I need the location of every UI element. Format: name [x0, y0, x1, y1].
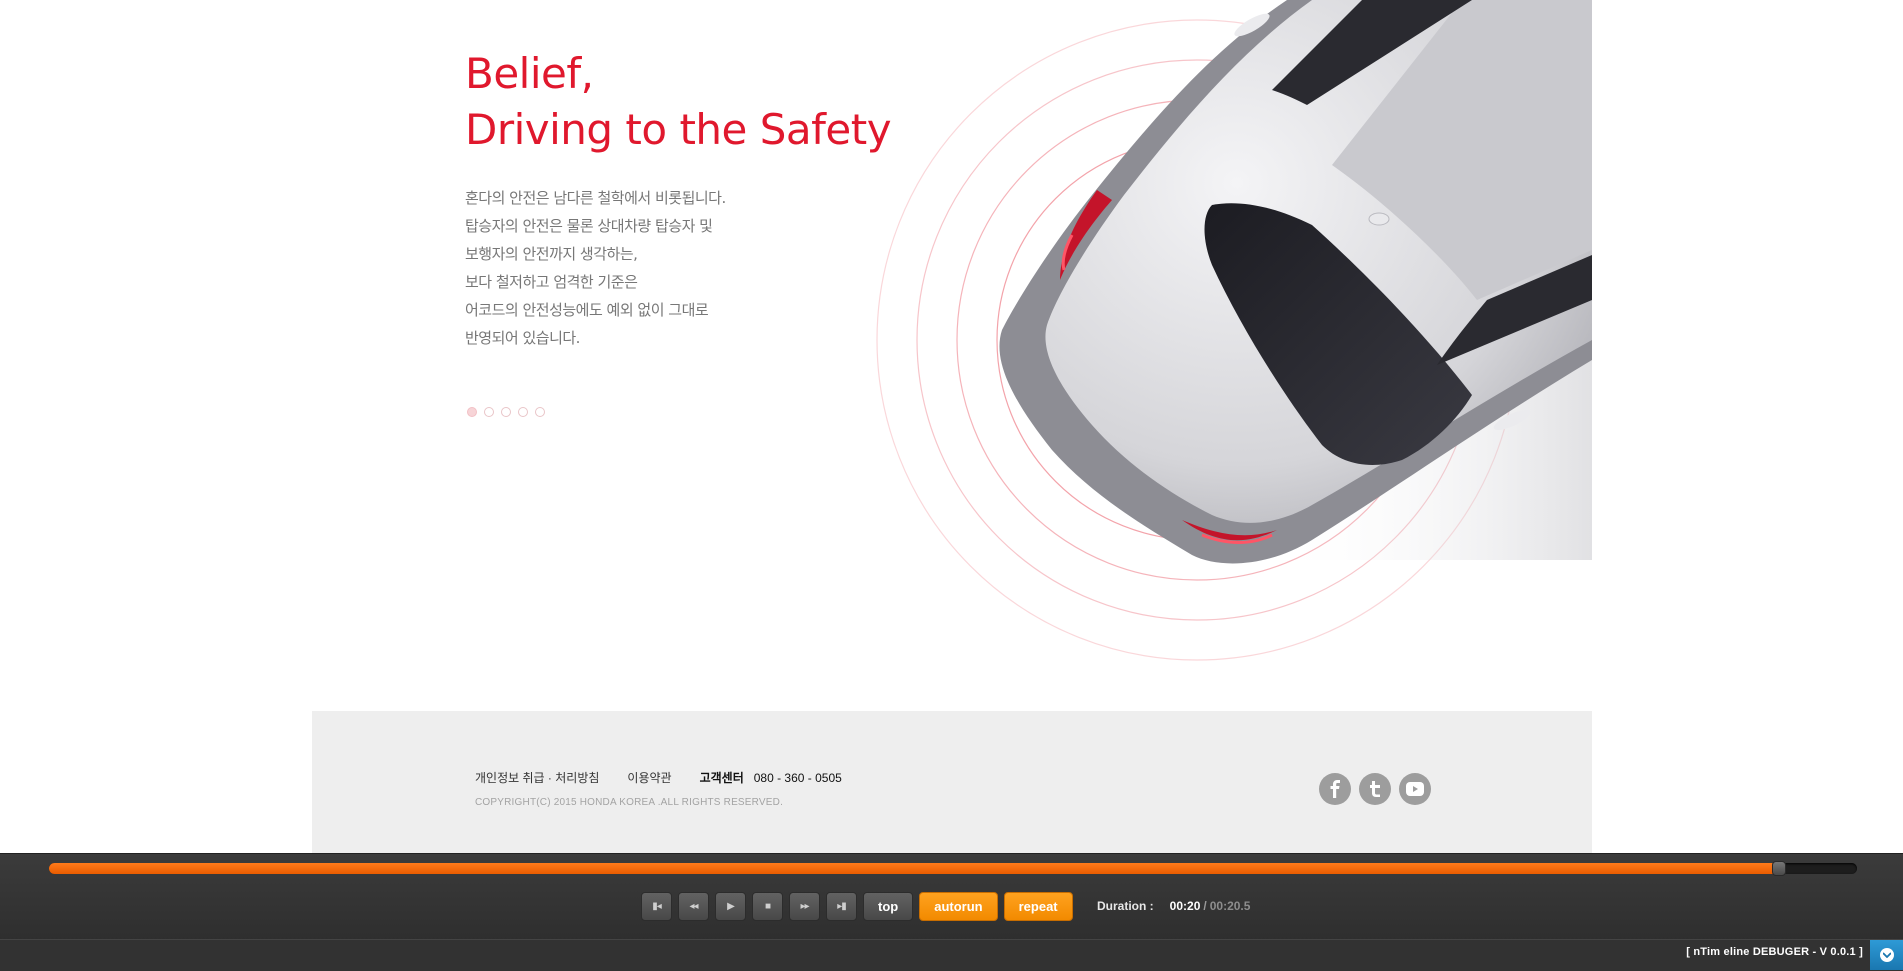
hero-headline: Belief, Driving to the Safety [465, 46, 892, 158]
pager-dot-1[interactable] [467, 407, 477, 417]
hero-body-text: 혼다의 안전은 남다른 철학에서 비롯됩니다. 탑승자의 안전은 물론 상대차량… [465, 184, 726, 352]
timeline-scrubber-handle[interactable] [1772, 861, 1787, 876]
terms-link[interactable]: 이용약관 [627, 769, 671, 786]
youtube-icon [1406, 782, 1424, 796]
body-line: 어코드의 안전성능에도 예외 없이 그대로 [465, 301, 709, 319]
fast-forward-button[interactable]: ▸▸ [789, 892, 820, 921]
headline-line-2: Driving to the Safety [465, 105, 892, 154]
autorun-button[interactable]: autorun [919, 892, 998, 921]
twitter-icon [1370, 781, 1380, 797]
chevron-down-icon [1879, 948, 1894, 962]
twitter-button[interactable] [1359, 773, 1391, 805]
slide-pager [467, 407, 545, 417]
last-frame-button[interactable]: ▸▮ [826, 892, 857, 921]
body-line: 보다 철저하고 엄격한 기준은 [465, 273, 638, 291]
top-button[interactable]: top [863, 892, 914, 921]
duration-readout: Duration : 00:20 / 00:20.5 [1097, 899, 1250, 913]
debugger-title: [ nTim eline DEBUGER - V 0.0.1 ] [1686, 946, 1863, 958]
time-separator: / [1203, 899, 1207, 913]
current-time: 00:20 [1169, 899, 1201, 913]
playback-controls: ▮◂ ◂◂ ▶ ■ ▸▸ ▸▮ top autorun repeat [641, 892, 1073, 921]
repeat-button[interactable]: repeat [1003, 892, 1073, 921]
body-line: 보행자의 안전까지 생각하는, [465, 245, 638, 263]
rewind-button[interactable]: ◂◂ [678, 892, 709, 921]
customer-center-label: 고객센터 [699, 771, 744, 785]
privacy-policy-link[interactable]: 개인정보 취급 · 처리방침 [475, 769, 599, 786]
pager-dot-4[interactable] [518, 407, 528, 417]
timeline-progress-track[interactable] [49, 861, 1857, 876]
customer-center-phone: 080 - 360 - 0505 [753, 770, 842, 785]
pager-dot-2[interactable] [484, 407, 494, 417]
page: Belief, Driving to the Safety 혼다의 안전은 남다… [0, 0, 1903, 971]
body-line: 탑승자의 안전은 물론 상대차량 탑승자 및 [465, 217, 713, 235]
hero-section: Belief, Driving to the Safety 혼다의 안전은 남다… [312, 0, 1592, 710]
body-line: 반영되어 있습니다. [465, 329, 580, 347]
total-time: 00:20.5 [1209, 899, 1251, 913]
facebook-button[interactable] [1319, 773, 1351, 805]
copyright-text: COPYRIGHT(C) 2015 HONDA KOREA .ALL RIGHT… [475, 797, 784, 808]
duration-label: Duration : [1097, 899, 1154, 913]
play-button[interactable]: ▶ [715, 892, 746, 921]
pager-dot-5[interactable] [535, 407, 545, 417]
headline-line-1: Belief, [465, 49, 594, 98]
facebook-icon [1330, 780, 1340, 798]
timeline-progress-fill [49, 863, 1780, 874]
pager-dot-3[interactable] [501, 407, 511, 417]
stop-button[interactable]: ■ [752, 892, 783, 921]
body-line: 혼다의 안전은 남다른 철학에서 비롯됩니다. [465, 189, 726, 207]
timeline-debugger: ▮◂ ◂◂ ▶ ■ ▸▸ ▸▮ top autorun repeat Durat… [0, 853, 1903, 971]
social-links [1319, 773, 1431, 805]
debugger-status-bar: [ nTim eline DEBUGER - V 0.0.1 ] [0, 939, 1903, 971]
first-frame-button[interactable]: ▮◂ [641, 892, 672, 921]
footer-links: 개인정보 취급 · 처리방침 이용약관 고객센터 080 - 360 - 050… [475, 769, 842, 786]
site-footer: 개인정보 취급 · 처리방침 이용약관 고객센터 080 - 360 - 050… [312, 711, 1592, 853]
youtube-button[interactable] [1399, 773, 1431, 805]
debugger-toggle-button[interactable] [1870, 940, 1903, 970]
